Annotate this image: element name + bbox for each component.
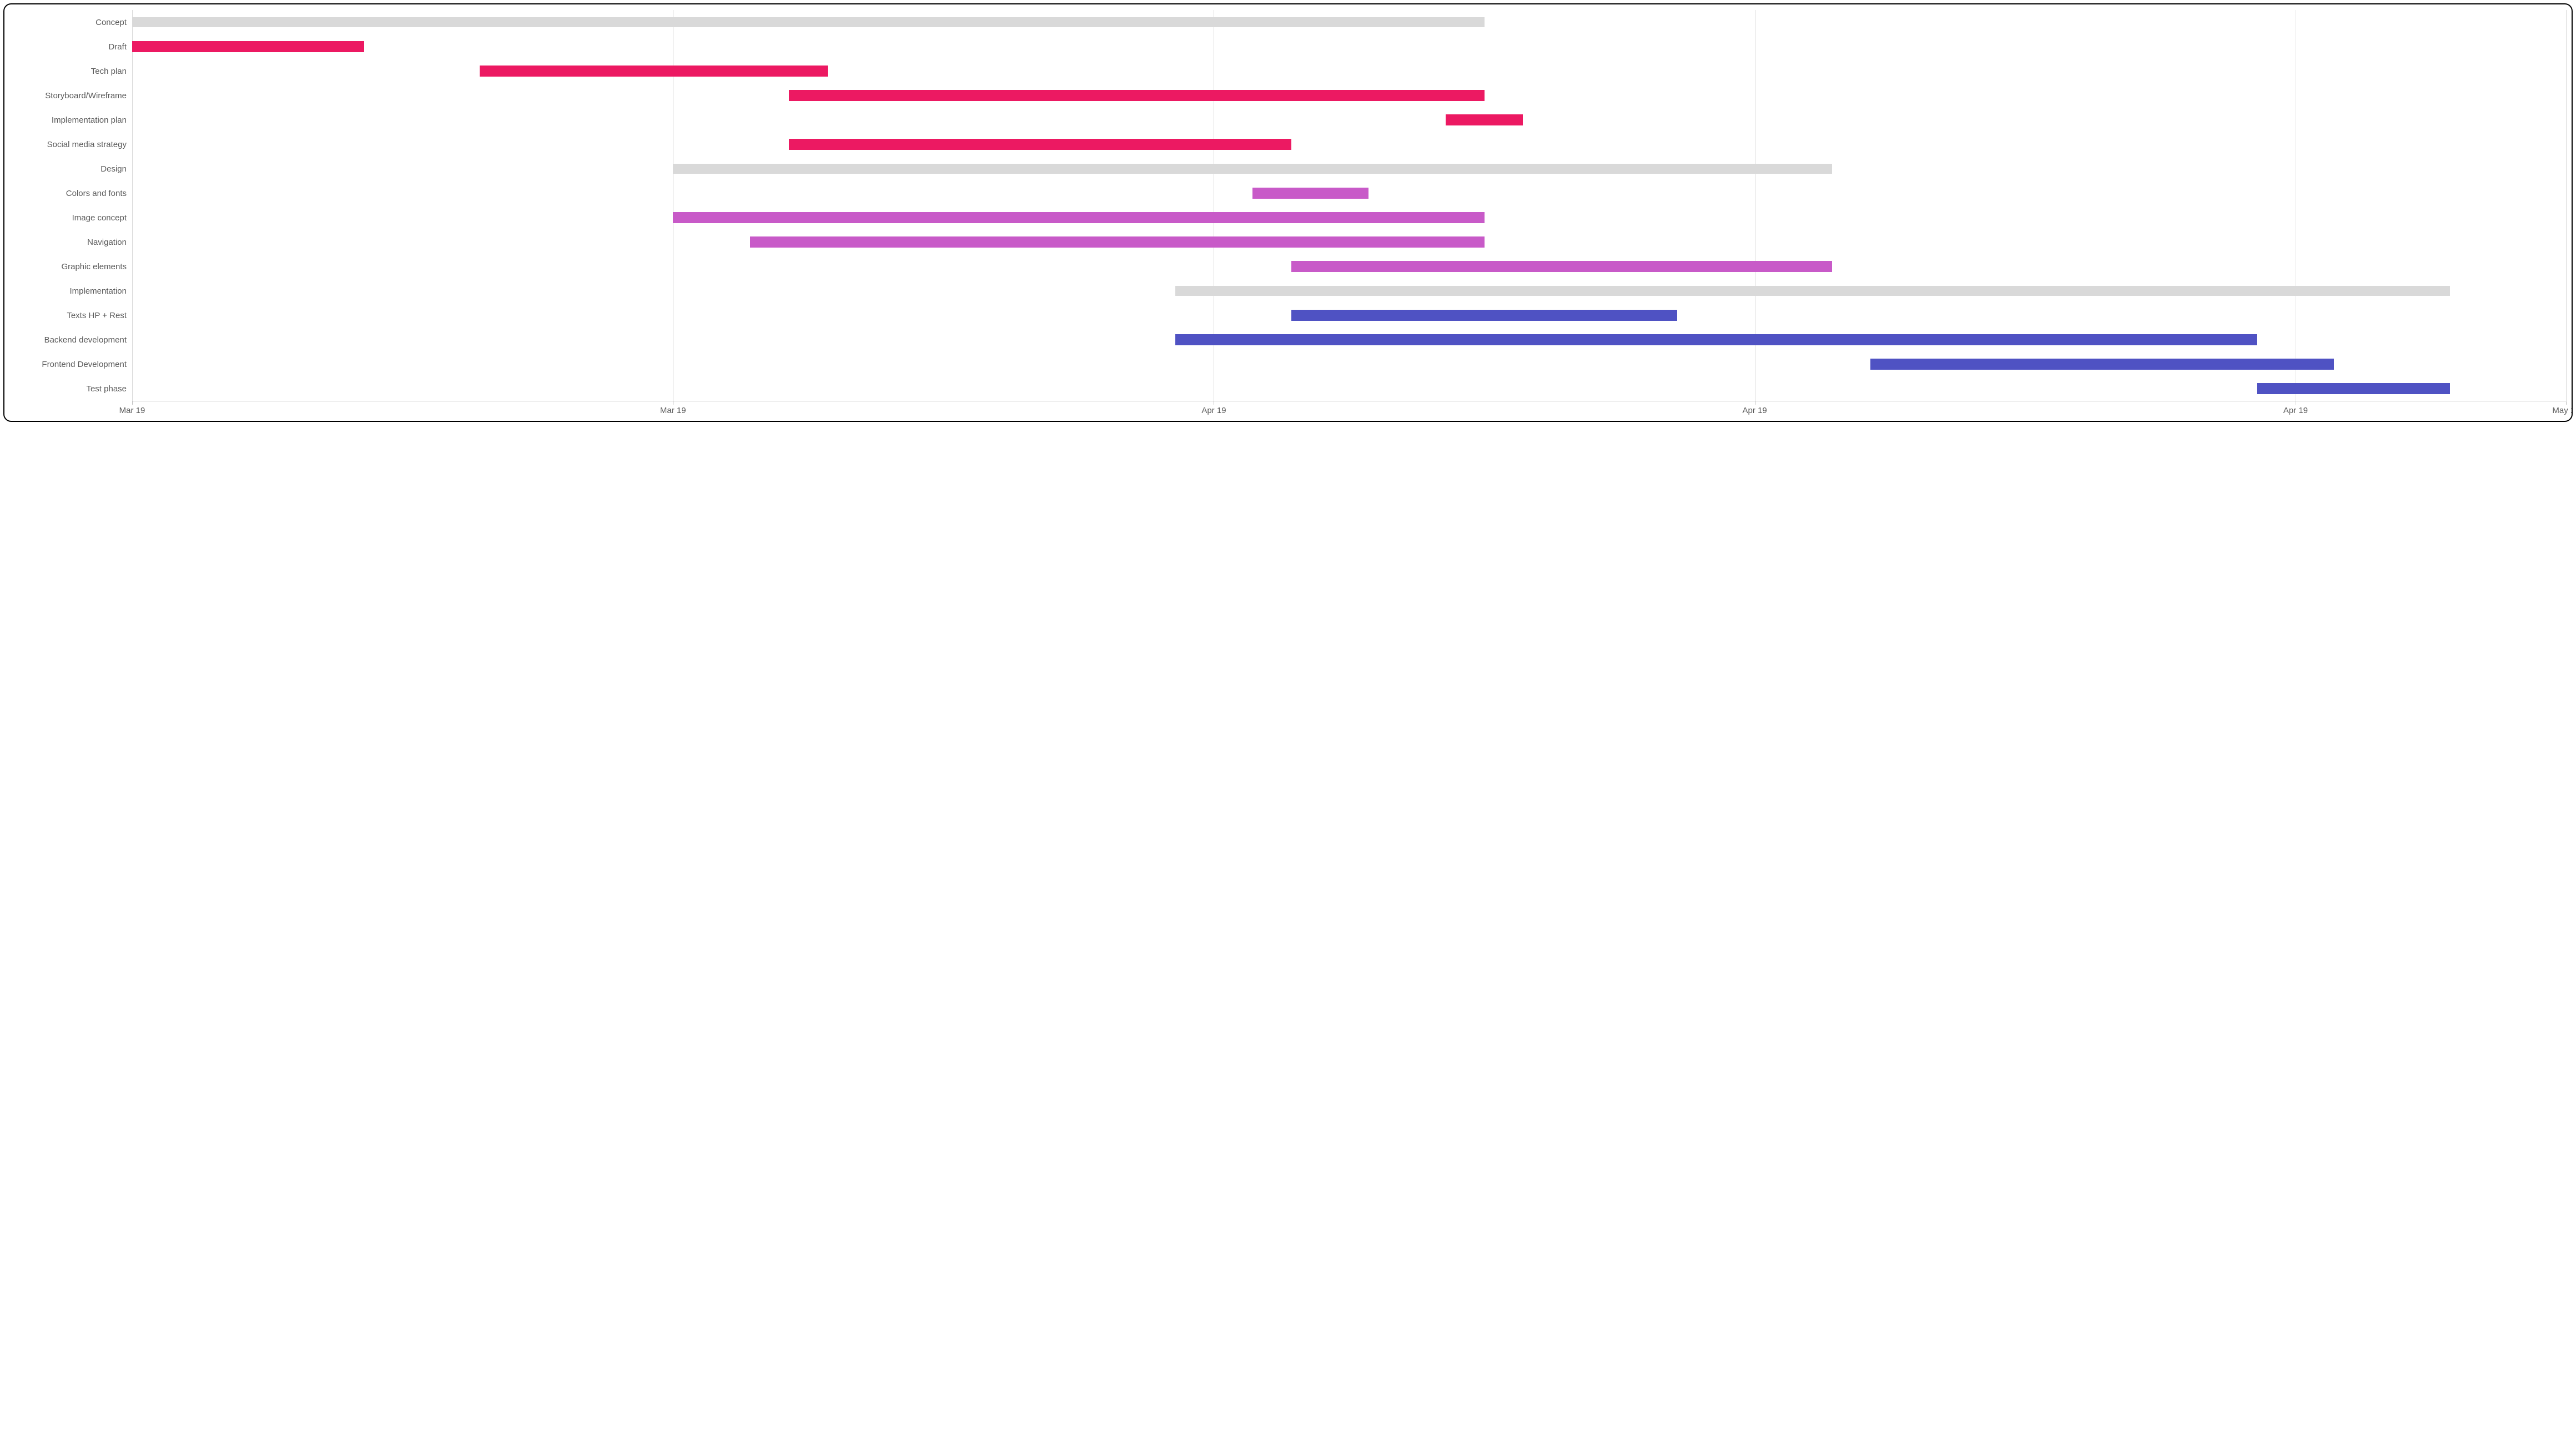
x-tick bbox=[2566, 401, 2567, 405]
task-row bbox=[132, 279, 2566, 303]
y-tick-label: Social media strategy bbox=[10, 132, 132, 157]
y-tick-label: Test phase bbox=[10, 376, 132, 401]
task-row bbox=[132, 230, 2566, 254]
y-tick-label: Tech plan bbox=[10, 59, 132, 83]
task-row bbox=[132, 328, 2566, 352]
x-tick-label: Apr 19 bbox=[1743, 406, 1767, 415]
y-tick-label: Navigation bbox=[10, 230, 132, 254]
chart-frame: ConceptDraftTech planStoryboard/Wirefram… bbox=[3, 3, 2573, 422]
task-row bbox=[132, 352, 2566, 376]
y-tick-label: Implementation plan bbox=[10, 108, 132, 132]
y-axis-labels: ConceptDraftTech planStoryboard/Wirefram… bbox=[10, 10, 132, 417]
y-tick-label: Backend development bbox=[10, 328, 132, 352]
gantt-bar bbox=[1291, 310, 1678, 321]
gantt-bar bbox=[750, 236, 1484, 248]
y-tick-label: Colors and fonts bbox=[10, 181, 132, 205]
gantt-bar bbox=[673, 164, 1832, 174]
gantt-bar bbox=[1446, 114, 1523, 125]
gantt-bar bbox=[2257, 383, 2450, 394]
gantt-bar bbox=[789, 90, 1485, 101]
task-row bbox=[132, 205, 2566, 230]
task-row bbox=[132, 108, 2566, 132]
gantt-bar bbox=[673, 212, 1484, 223]
task-row bbox=[132, 83, 2566, 108]
gantt-bar bbox=[1252, 188, 1368, 199]
y-tick-label: Storyboard/Wireframe bbox=[10, 83, 132, 108]
gantt-bar bbox=[789, 139, 1291, 150]
gantt-bar bbox=[1175, 286, 2450, 296]
task-row bbox=[132, 254, 2566, 279]
gantt-bar bbox=[480, 66, 827, 77]
gantt-bar bbox=[132, 41, 364, 52]
task-row bbox=[132, 34, 2566, 59]
task-row bbox=[132, 376, 2566, 401]
x-tick-label: Apr 19 bbox=[1201, 406, 1226, 415]
y-tick-label: Image concept bbox=[10, 205, 132, 230]
x-tick-label: Mar 19 bbox=[119, 406, 145, 415]
gantt-bar bbox=[1175, 334, 2257, 345]
gridline bbox=[2566, 10, 2567, 401]
task-row bbox=[132, 59, 2566, 83]
y-tick-label: Texts HP + Rest bbox=[10, 303, 132, 328]
y-tick-label: Implementation bbox=[10, 279, 132, 303]
x-tick-label: Apr 19 bbox=[2283, 406, 2308, 415]
task-row bbox=[132, 303, 2566, 328]
gantt-bar bbox=[1870, 359, 2334, 370]
y-tick-label: Frontend Development bbox=[10, 352, 132, 376]
y-tick-label: Design bbox=[10, 157, 132, 181]
y-tick-label: Concept bbox=[10, 10, 132, 34]
gantt-bar bbox=[1291, 261, 1832, 272]
x-axis: Mar 19Mar 19Apr 19Apr 19Apr 19May 19 bbox=[132, 401, 2566, 417]
x-tick bbox=[132, 401, 133, 405]
y-tick-label: Graphic elements bbox=[10, 254, 132, 279]
task-row bbox=[132, 132, 2566, 157]
y-tick-label: Draft bbox=[10, 34, 132, 59]
plot-area bbox=[132, 10, 2566, 401]
x-tick-label: Mar 19 bbox=[660, 406, 686, 415]
task-row bbox=[132, 10, 2566, 34]
x-tick-label: May 19 bbox=[2552, 406, 2573, 415]
task-row bbox=[132, 157, 2566, 181]
gantt-bar bbox=[132, 17, 1485, 27]
task-row bbox=[132, 181, 2566, 205]
gantt-chart: ConceptDraftTech planStoryboard/Wirefram… bbox=[10, 10, 2566, 417]
plot-wrap: Mar 19Mar 19Apr 19Apr 19Apr 19May 19 bbox=[132, 10, 2566, 417]
